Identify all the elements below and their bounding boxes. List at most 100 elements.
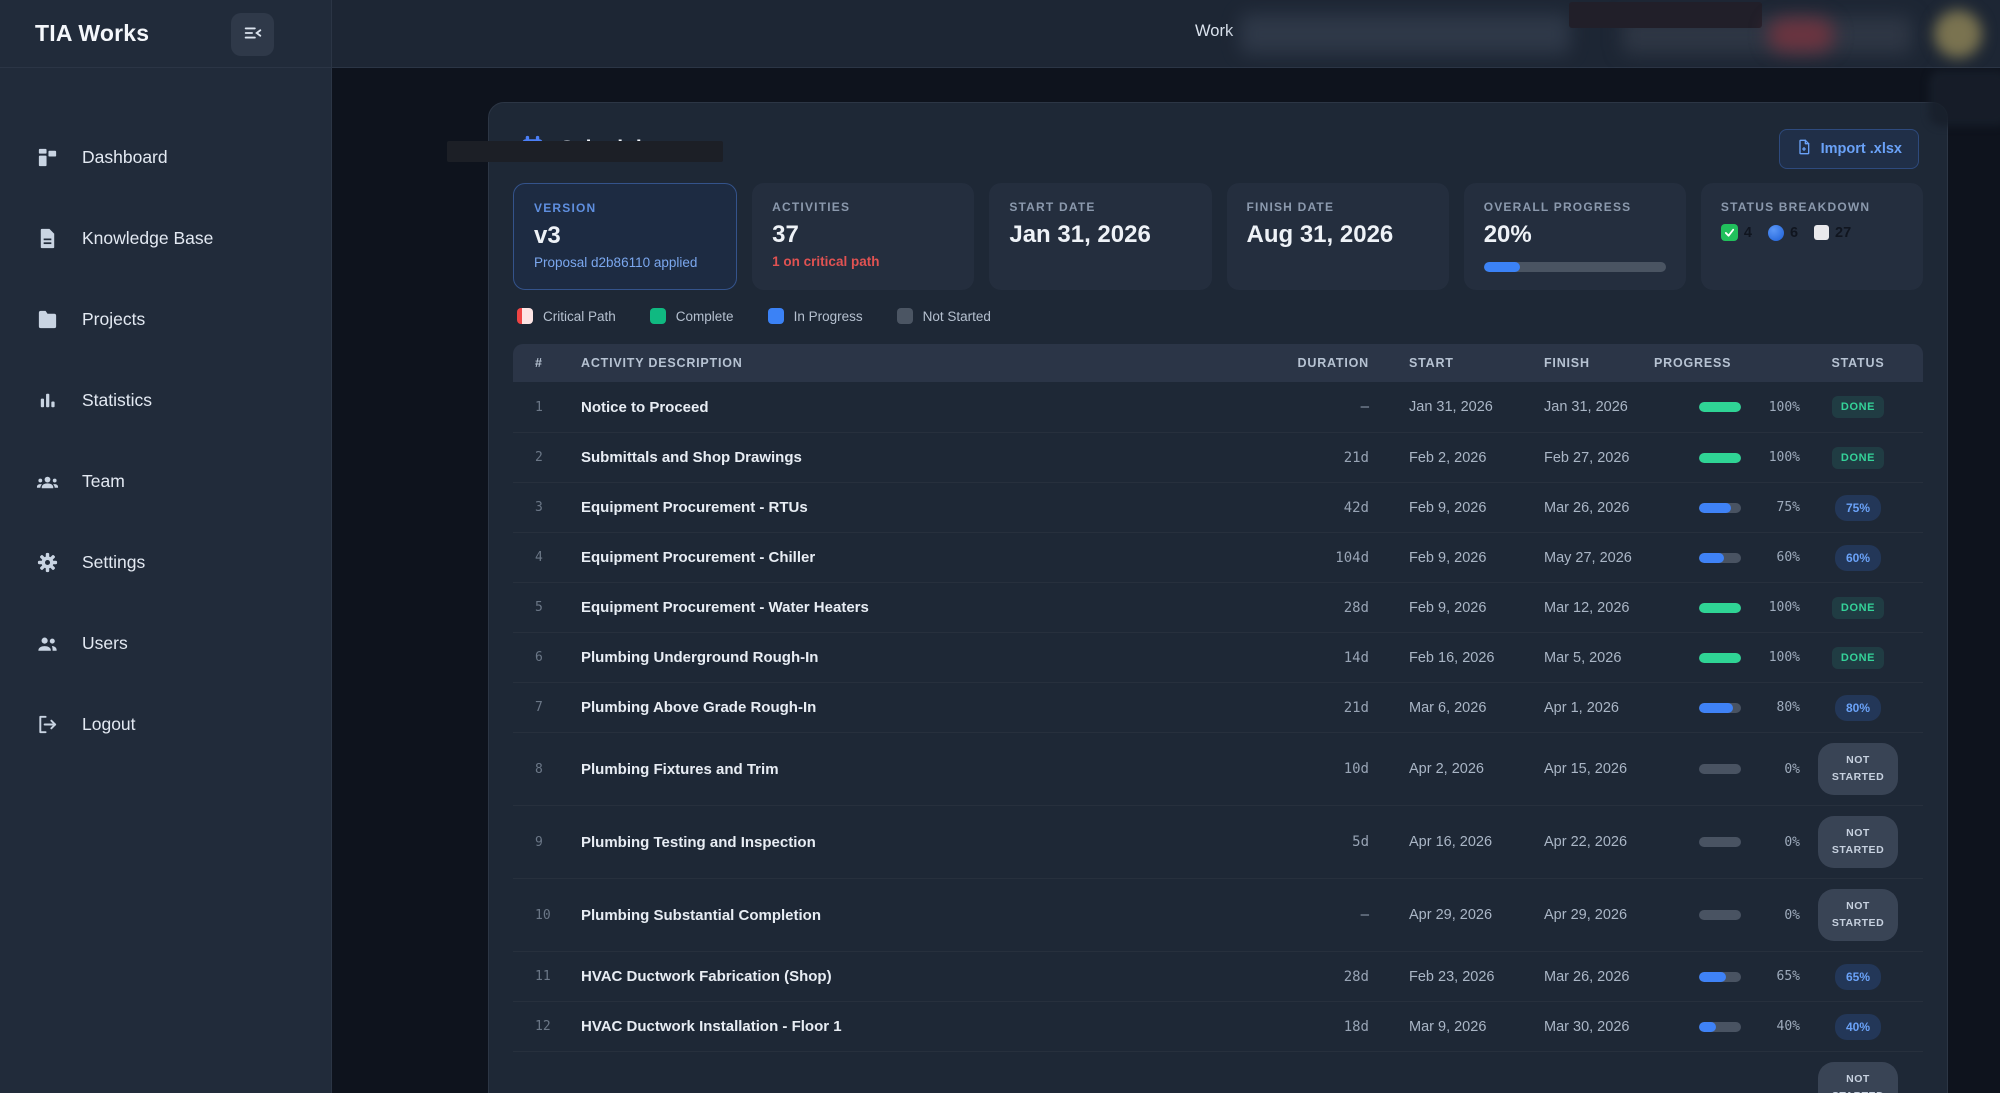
progress-percent: 75% — [1756, 500, 1800, 515]
finish-date: Mar 5, 2026 — [1514, 650, 1654, 666]
stat-value: v3 — [534, 222, 716, 250]
sidebar-item-statistics[interactable]: Statistics — [36, 383, 331, 417]
progress-percent: 80% — [1756, 700, 1800, 715]
table-row: 12HVAC Ductwork Installation - Floor 118… — [513, 1001, 1923, 1051]
complete-swatch — [650, 308, 666, 324]
in-progress-swatch — [768, 308, 784, 324]
activity-description: HVAC Ductwork Installation - Floor 1 — [581, 1018, 1269, 1035]
progress-percent: 100% — [1756, 650, 1800, 665]
status-badge: NOT STARTED — [1818, 743, 1898, 795]
sidebar-item-label: Team — [82, 471, 125, 492]
status-badge: DONE — [1832, 447, 1884, 469]
sidebar-item-dashboard[interactable]: Dashboard — [36, 140, 331, 174]
bar-chart-icon — [36, 389, 59, 412]
duration-value: 21d — [1269, 450, 1379, 466]
sidebar-item-knowledge-base[interactable]: Knowledge Base — [36, 221, 331, 255]
sidebar-item-logout[interactable]: Logout — [36, 707, 331, 741]
table-header: # ACTIVITY DESCRIPTION DURATION START FI… — [513, 344, 1923, 382]
column-header-status: STATUS — [1804, 356, 1912, 370]
finish-date: Mar 26, 2026 — [1514, 969, 1654, 985]
progress-fill — [1699, 503, 1731, 513]
legend-label: In Progress — [794, 309, 863, 324]
breakdown-item: 27 — [1814, 225, 1851, 241]
start-date: Feb 9, 2026 — [1379, 500, 1514, 516]
breakdown-item: 4 — [1721, 224, 1752, 241]
activity-description: Plumbing Underground Rough-In — [581, 649, 1269, 666]
row-number: 2 — [535, 450, 581, 465]
sidebar-header: TIA Works — [0, 0, 331, 68]
start-date: Apr 2, 2026 — [1379, 761, 1514, 777]
progress-fill — [1699, 1022, 1716, 1032]
legend-item-critical-path: Critical Path — [517, 308, 616, 324]
activity-description: HVAC Ductwork Fabrication (Shop) — [581, 968, 1269, 985]
row-number: 12 — [535, 1019, 581, 1034]
document-icon — [36, 227, 59, 250]
progress-percent: 65% — [1756, 969, 1800, 984]
progress-fill — [1699, 703, 1733, 713]
progress-cell: 100% — [1654, 400, 1804, 415]
duration-value: 21d — [1269, 700, 1379, 716]
row-number: 6 — [535, 650, 581, 665]
activity-description: Plumbing Above Grade Rough-In — [581, 699, 1269, 716]
progress-bar — [1699, 1022, 1741, 1032]
schedule-header: Schedule — [513, 129, 1923, 169]
column-header-finish: FINISH — [1514, 356, 1654, 370]
table-row: NOT STARTED — [513, 1051, 1923, 1093]
start-date: Feb 9, 2026 — [1379, 550, 1514, 566]
status-cell: DONE — [1804, 597, 1912, 619]
start-date: Apr 16, 2026 — [1379, 834, 1514, 850]
finish-date: Jan 31, 2026 — [1514, 399, 1654, 415]
import-xlsx-button[interactable]: Import .xlsx — [1779, 129, 1919, 169]
progress-cell: 60% — [1654, 550, 1804, 565]
progress-percent: 60% — [1756, 550, 1800, 565]
progress-percent: 0% — [1756, 762, 1800, 777]
sidebar-item-settings[interactable]: Settings — [36, 545, 331, 579]
progress-cell: 75% — [1654, 500, 1804, 515]
duration-value: 28d — [1269, 600, 1379, 616]
status-cell: NOT STARTED — [1804, 743, 1912, 795]
start-date: Apr 29, 2026 — [1379, 907, 1514, 923]
redacted-topbar-text — [1240, 14, 1570, 54]
breakdown-count: 4 — [1744, 225, 1752, 241]
progress-percent: 0% — [1756, 835, 1800, 850]
progress-bar — [1699, 453, 1741, 463]
activity-description: Equipment Procurement - RTUs — [581, 499, 1269, 516]
sidebar-collapse-button[interactable] — [231, 13, 274, 56]
not-started-square-icon — [1814, 225, 1829, 240]
activity-description: Equipment Procurement - Chiller — [581, 549, 1269, 566]
stat-subtext: 1 on critical path — [772, 254, 954, 269]
sidebar-item-users[interactable]: Users — [36, 626, 331, 660]
status-badge: 65% — [1835, 964, 1881, 990]
sidebar-item-projects[interactable]: Projects — [36, 302, 331, 336]
status-badge: NOT STARTED — [1818, 816, 1898, 868]
status-badge: DONE — [1832, 647, 1884, 669]
finish-date: Apr 15, 2026 — [1514, 761, 1654, 777]
progress-fill — [1699, 453, 1741, 463]
status-cell: 80% — [1804, 695, 1912, 721]
not-started-swatch — [897, 308, 913, 324]
status-breakdown-items: 4 6 27 — [1721, 224, 1903, 241]
status-cell: 60% — [1804, 545, 1912, 571]
duration-value: 42d — [1269, 500, 1379, 516]
legend-label: Not Started — [923, 309, 991, 324]
stat-label: ACTIVITIES — [772, 200, 954, 214]
breakdown-count: 6 — [1790, 225, 1798, 241]
sidebar-item-label: Knowledge Base — [82, 228, 213, 249]
table-row: 6Plumbing Underground Rough-In14dFeb 16,… — [513, 632, 1923, 682]
breakdown-item: 6 — [1768, 225, 1798, 241]
overall-progress-fill — [1484, 262, 1520, 272]
progress-bar — [1699, 703, 1741, 713]
sidebar-item-team[interactable]: Team — [36, 464, 331, 498]
column-header-description: ACTIVITY DESCRIPTION — [581, 356, 1269, 370]
finish-date: Mar 30, 2026 — [1514, 1019, 1654, 1035]
progress-bar — [1699, 553, 1741, 563]
topbar-project-label: Work — [1195, 22, 1233, 41]
menu-fold-icon — [242, 22, 264, 47]
avatar[interactable] — [1934, 10, 1982, 58]
start-date: Mar 9, 2026 — [1379, 1019, 1514, 1035]
stat-label: VERSION — [534, 201, 716, 215]
progress-cell: 80% — [1654, 700, 1804, 715]
activity-description: Plumbing Testing and Inspection — [581, 834, 1269, 851]
stats-row: VERSION v3 Proposal d2b86110 applied ACT… — [513, 183, 1923, 290]
sidebar-nav: Dashboard Knowledge Base Projects Statis… — [0, 68, 331, 788]
